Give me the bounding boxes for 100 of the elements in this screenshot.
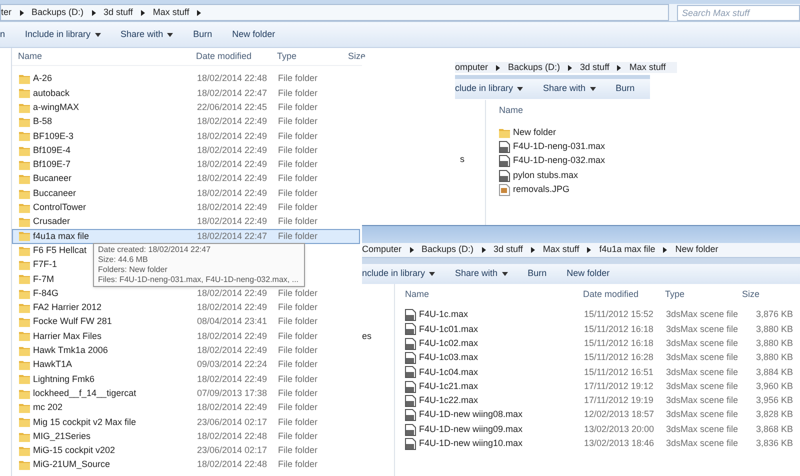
type-cell-text: 3dsMax scene file — [666, 336, 740, 350]
file-name: HawkT1A — [33, 359, 72, 370]
type-cell: File folder — [278, 73, 318, 84]
file-name: F4U-1c21.max — [419, 380, 480, 393]
type-cell: File folder — [278, 359, 318, 370]
date-cell: 23/06/2014 02:17 — [197, 445, 268, 456]
file-name: MiG-15 cockpit v202 — [33, 445, 116, 456]
tooltip-line: Date created: 18/02/2014 22:47 — [98, 245, 212, 255]
file-name: Bucaneer — [33, 173, 72, 184]
type-cell: File folder — [278, 459, 318, 470]
date-cell-text: 15/11/2012 16:28 — [584, 351, 654, 364]
date-cell: 18/02/2014 22:49 — [197, 216, 268, 226]
type-cell: File folder — [278, 202, 318, 212]
date-cell: 18/02/2014 22:49 — [197, 330, 268, 341]
type-cell: File folder — [278, 402, 318, 412]
date-cell: 22/06/2014 22:45 — [197, 102, 268, 112]
size-cell-text: 3,836 KB — [754, 437, 793, 450]
type-cell-text: 3dsMax scene file — [666, 422, 740, 436]
file-name: F6 F5 Hellcat — [33, 244, 87, 255]
type-cell: File folder — [278, 102, 318, 112]
file-name: removals.JPG — [513, 183, 570, 196]
date-cell: 18/02/2014 22:49 — [197, 374, 268, 384]
type-cell-text: 3dsMax scene file — [666, 308, 740, 322]
type-cell: File folder — [278, 416, 318, 427]
file-name: F4U-1c03.max — [419, 351, 480, 364]
type-cell: File folder — [278, 216, 318, 226]
date-cell-text: 13/02/2013 18:46 — [584, 437, 656, 450]
file-name: MIG_21Series — [33, 430, 91, 441]
date-cell-text: 15/11/2012 16:51 — [584, 366, 654, 379]
file-name: lockheed__f_14__tigercat — [33, 388, 136, 398]
type-cell-text: 3dsMax scene file — [666, 437, 740, 450]
size-cell-text: 3,880 KB — [754, 351, 793, 364]
date-cell: 09/03/2014 22:24 — [197, 359, 268, 370]
size-cell-text: 3,956 KB — [754, 394, 793, 408]
date-cell-text: 15/11/2012 16:18 — [584, 336, 654, 350]
file-name: F4U-1D-neng-031.max — [513, 140, 606, 154]
date-cell: 18/02/2014 22:49 — [197, 116, 268, 126]
file-name: Harrier Max Files — [33, 330, 102, 341]
file-name: F7F-1 — [33, 259, 58, 270]
file-name: F-84G — [33, 288, 59, 298]
file-name: Bf109E-7 — [33, 159, 71, 170]
type-cell: File folder — [278, 345, 318, 356]
date-cell: 18/02/2014 22:48 — [197, 430, 268, 441]
file-name: F4U-1D-new wiing09.max — [419, 422, 524, 436]
type-cell: File folder — [278, 144, 318, 155]
date-cell: 18/02/2014 22:48 — [197, 459, 268, 470]
date-cell-text: 12/02/2013 18:57 — [584, 408, 656, 422]
type-cell: File folder — [278, 316, 318, 326]
date-cell-text: 13/02/2013 20:00 — [584, 422, 656, 436]
file-name: BF109E-3 — [33, 130, 74, 141]
file-name: ControlTower — [33, 202, 86, 212]
tooltip-line: Folders: New folder — [98, 265, 168, 275]
file-name: F-7M — [33, 274, 54, 284]
type-cell: File folder — [278, 330, 318, 341]
date-cell: 08/04/2014 23:41 — [197, 316, 268, 326]
type-cell: File folder — [278, 230, 318, 241]
date-cell: 18/02/2014 22:49 — [197, 302, 268, 312]
type-cell-text: 3dsMax scene file — [666, 322, 740, 336]
date-cell: 18/02/2014 22:49 — [197, 345, 268, 356]
date-cell: 18/02/2014 22:47 — [197, 88, 268, 98]
file-name: F4U-1D-neng-032.max — [513, 154, 606, 168]
size-cell-text: 3,868 KB — [754, 422, 793, 436]
size-cell-text: 3,876 KB — [754, 308, 793, 322]
type-cell: File folder — [278, 288, 318, 298]
size-cell-text: 3,960 KB — [754, 380, 793, 393]
tooltip-line: Size: 44.6 MB — [98, 255, 149, 265]
file-name: New folder — [513, 126, 556, 139]
file-name: F4U-1c22.max — [419, 394, 480, 408]
file-name: a-wingMAX — [33, 102, 80, 112]
date-cell: 18/02/2014 22:49 — [197, 130, 268, 141]
file-name: Lightning Fmk6 — [33, 374, 95, 384]
file-name: Focke Wulf FW 281 — [33, 316, 112, 326]
type-cell: File folder — [278, 188, 318, 198]
file-name: F4U-1D-new wiing10.max — [419, 437, 524, 450]
type-cell-text: 3dsMax scene file — [666, 408, 740, 422]
type-cell: File folder — [278, 159, 318, 170]
file-name: autoback — [33, 88, 70, 98]
type-cell: File folder — [278, 430, 318, 441]
type-cell: File folder — [278, 116, 318, 126]
date-cell: 18/02/2014 22:49 — [197, 188, 268, 198]
type-cell: File folder — [278, 88, 318, 98]
file-name: B-58 — [33, 116, 52, 126]
date-cell: 18/02/2014 22:49 — [197, 144, 268, 155]
date-cell: 23/06/2014 02:17 — [197, 416, 268, 427]
type-cell: File folder — [278, 130, 318, 141]
file-name: Hawk Tmk1a 2006 — [33, 345, 108, 356]
type-cell-text: 3dsMax scene file — [666, 394, 740, 408]
date-cell: 18/02/2014 22:49 — [197, 202, 268, 212]
type-cell-text: 3dsMax scene file — [666, 366, 740, 379]
type-cell: File folder — [278, 302, 318, 312]
date-cell-text: 15/11/2012 15:52 — [584, 308, 654, 322]
tooltip-line: Files: F4U-1D-neng-031.max, F4U-1D-neng-032.max, ... — [98, 275, 300, 285]
size-cell-text: 3,884 KB — [754, 366, 793, 379]
size-cell-text: 3,880 KB — [754, 322, 793, 336]
date-cell: 18/02/2014 22:48 — [197, 73, 268, 84]
nav-pane-text: s — [460, 153, 464, 166]
file-name: F4U-1c.max — [419, 308, 470, 322]
file-name: Bf109E-4 — [33, 144, 71, 155]
file-name: FA2 Harrier 2012 — [33, 302, 102, 312]
size-cell-text: 3,880 KB — [754, 336, 793, 350]
